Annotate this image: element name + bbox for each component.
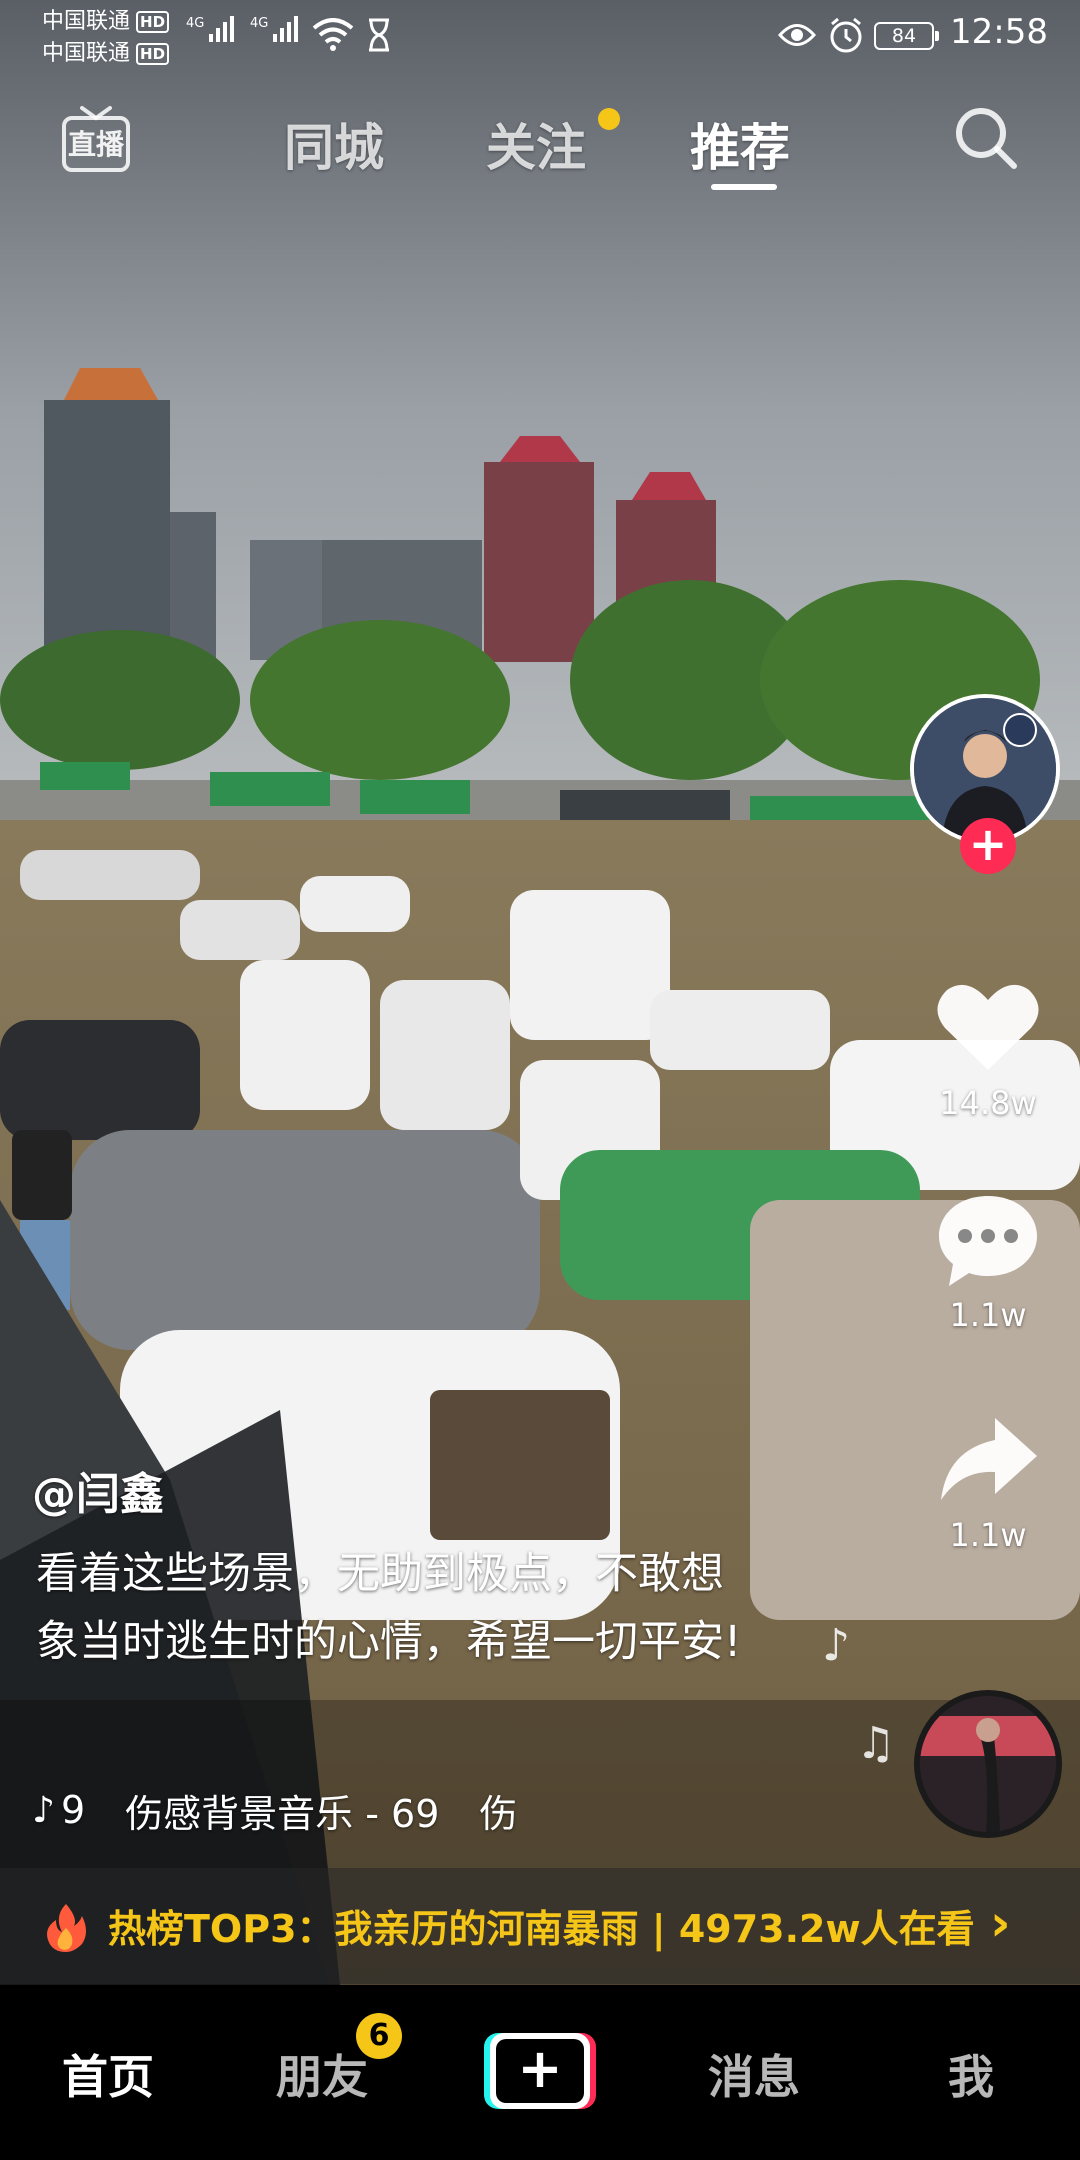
hot-list-text: 热榜TOP3：我亲历的河南暴雨 | 4973.2w人在看 [108,1907,975,1951]
tab-following[interactable]: 关注 [486,108,586,180]
music-note-icon: ♫ [856,1718,896,1769]
music-tail: 伤 [479,1791,518,1836]
share-icon [941,1418,1037,1500]
carrier-info: 中国联通 HD 中国联通 HD [42,6,170,70]
clock: 12:58 [950,12,1048,52]
tab-me[interactable]: 我 [948,2041,994,2107]
heart-icon [937,984,1039,1070]
live-button[interactable]: 直播 [60,104,132,176]
tab-home[interactable]: 首页 [62,2041,154,2107]
comment-count: 1.1w [949,1296,1027,1334]
tab-messages[interactable]: 消息 [708,2041,800,2107]
tab-friends[interactable]: 朋友 [276,2041,368,2107]
post-description: 看着这些场景，无助到极点，不敢想象当时逃生时的心情，希望一切平安! [36,1549,742,1667]
plus-icon: + [496,2039,584,2103]
chevron-right-icon: › [990,1894,1011,1952]
carrier-name: 中国联通 [42,41,131,66]
video-frame [0,0,1080,1985]
hd-badge: HD [136,11,170,33]
active-tab-indicator [711,184,777,190]
video-player[interactable] [0,0,1080,1985]
music-note-icon: ♪ [822,1620,851,1671]
share-button[interactable]: 1.1w [930,1410,1046,1554]
comment-icon [939,1196,1037,1286]
create-button[interactable]: + [484,2033,596,2109]
friends-badge: 6 [356,2013,402,2059]
flame-icon [47,1904,86,1952]
comment-button[interactable]: 1.1w [930,1190,1046,1334]
tab-recommended[interactable]: 推荐 [690,108,790,180]
live-label: 直播 [68,128,125,161]
top-nav: 直播 同城 关注 推荐 [0,100,1080,200]
signal-icon: 4G [186,16,235,42]
alarm-icon [830,17,862,53]
like-count: 14.8w [939,1084,1037,1122]
tiktok-logo-icon: ♪ [32,1789,55,1831]
live-icon: 直播 [62,106,130,172]
wifi-icon [312,18,354,51]
music-cover-image [920,1696,1056,1832]
bottom-tab-bar: 首页 朋友 6 + 消息 我 [0,1985,1080,2160]
share-count: 1.1w [949,1516,1027,1554]
hourglass-icon [369,18,389,52]
music-prefix: 9 [60,1788,86,1832]
follow-button[interactable]: + [960,818,1016,874]
music-disc[interactable] [914,1690,1062,1838]
carrier-name: 中国联通 [42,9,131,34]
hd-badge: HD [136,43,170,65]
signal-icon: 4G [250,16,299,42]
battery-indicator: 84 [874,22,939,50]
search-icon[interactable] [952,104,1020,172]
music-marquee[interactable]: ♪ 9 伤感背景音乐 - 69 伤 [32,1780,572,1840]
hot-list-banner[interactable]: 热榜TOP3：我亲历的河南暴雨 | 4973.2w人在看 › [0,1868,1080,1984]
eye-icon [778,24,816,46]
new-content-dot [598,108,620,130]
music-title: 伤感背景音乐 - 69 [125,1791,440,1836]
like-button[interactable]: 14.8w [930,978,1046,1122]
status-bar: 中国联通 HD 中国联通 HD 4G 4G 84 12:58 [0,0,1080,78]
tab-local[interactable]: 同城 [284,108,384,180]
author-name[interactable]: @闫鑫 [32,1458,164,1522]
